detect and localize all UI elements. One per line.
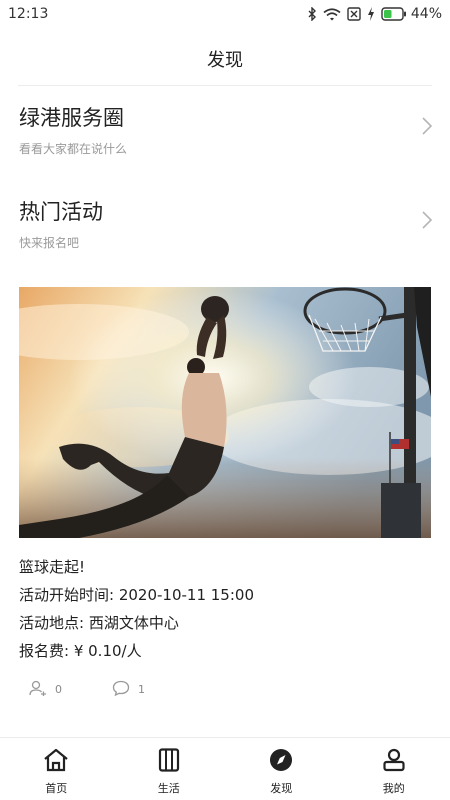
tab-home[interactable]: 首页 [0, 738, 113, 800]
battery-percent: 44% [410, 6, 442, 22]
comments-stat[interactable]: 1 [112, 680, 145, 699]
basketball-dunk-photo [19, 287, 431, 538]
entry-title: 绿港服务圈 [19, 106, 124, 130]
tab-profile[interactable]: 我的 [338, 738, 450, 800]
life-icon [158, 748, 180, 776]
status-icons: 44% [307, 6, 442, 22]
profile-icon [382, 748, 406, 776]
event-stats: 0 1 [29, 680, 195, 699]
event-name: 篮球走起! [19, 558, 86, 576]
chevron-right-icon [421, 210, 433, 234]
tab-label: 发现 [270, 782, 293, 795]
event-start-time: 活动开始时间: 2020-10-11 15:00 [19, 586, 254, 604]
sim-none-icon [347, 7, 361, 21]
event-banner-image[interactable] [19, 287, 431, 538]
tab-label: 首页 [45, 782, 68, 795]
header-divider [18, 85, 432, 86]
battery-icon [381, 7, 406, 21]
entry-subtitle: 看看大家都在说什么 [19, 142, 128, 156]
tab-label: 我的 [382, 782, 405, 795]
page-title: 发现 [207, 50, 243, 71]
event-info[interactable]: 篮球走起! 活动开始时间: 2020-10-11 15:00 活动地点: 西湖文… [19, 553, 431, 665]
tab-label: 生活 [157, 782, 180, 795]
comment-icon [112, 680, 130, 699]
status-time: 12:13 [8, 6, 49, 22]
participants-count: 0 [55, 683, 62, 696]
hot-activities-entry[interactable]: 热门活动 快来报名吧 [19, 198, 433, 258]
bottom-tab-bar: 首页 生活 发现 我的 [0, 737, 450, 800]
comments-count: 1 [138, 683, 145, 696]
tab-discover[interactable]: 发现 [225, 738, 338, 800]
status-bar: 12:13 44% [0, 0, 450, 28]
entry-subtitle: 快来报名吧 [19, 236, 80, 250]
chevron-right-icon [421, 116, 433, 140]
service-circle-entry[interactable]: 绿港服务圈 看看大家都在说什么 [19, 104, 433, 164]
charging-icon [367, 7, 375, 21]
wifi-icon [323, 7, 341, 21]
add-user-icon [29, 680, 47, 699]
event-fee: 报名费: ¥ 0.10/人 [19, 642, 142, 660]
participants-stat[interactable]: 0 [29, 680, 62, 699]
bluetooth-icon [307, 7, 317, 21]
discover-icon [268, 748, 294, 776]
home-icon [43, 748, 69, 776]
battery-indicator: 44% [381, 6, 442, 22]
entry-title: 热门活动 [19, 200, 103, 224]
tab-life[interactable]: 生活 [113, 738, 226, 800]
event-location: 活动地点: 西湖文体中心 [19, 614, 179, 632]
